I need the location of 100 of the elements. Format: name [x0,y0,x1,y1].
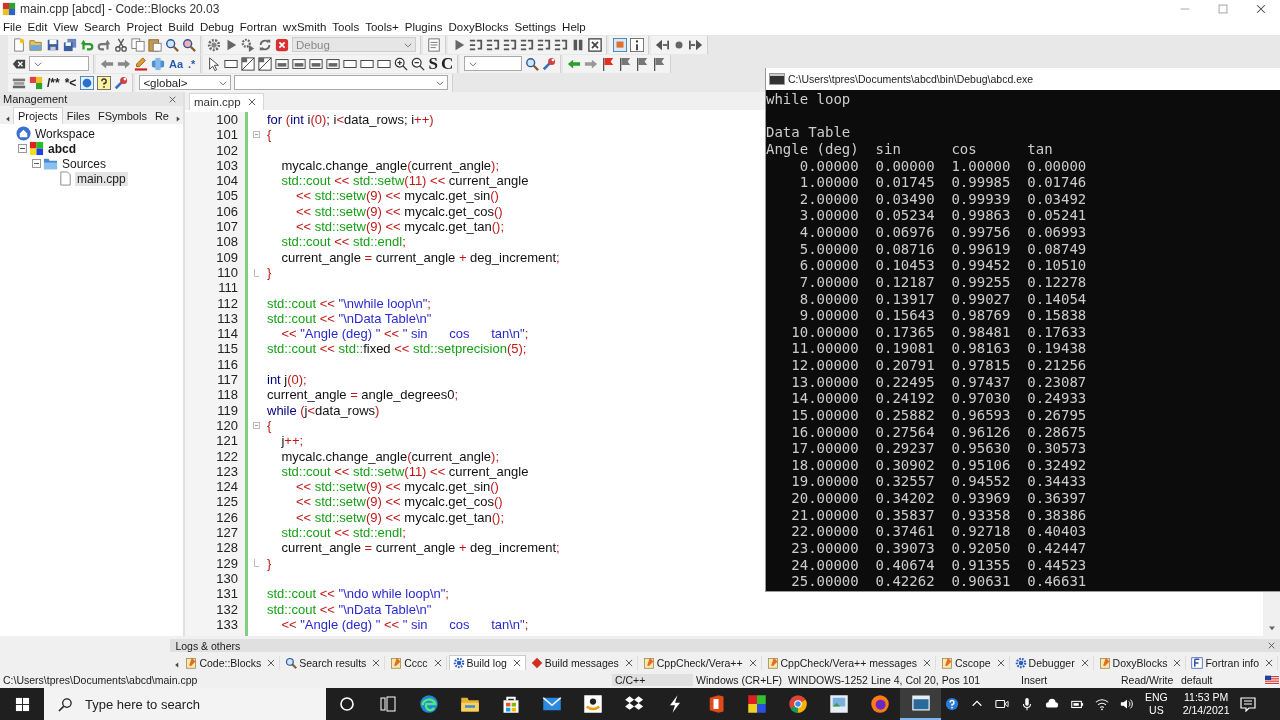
circle-icon[interactable] [338,696,355,712]
wifi-icon[interactable] [1095,697,1109,711]
close-icon[interactable] [1267,641,1276,650]
forward-arrow-icon[interactable] [689,37,703,52]
close-icon[interactable] [1255,3,1267,15]
log-tab[interactable]: CppCheck/Vera++ [639,656,762,670]
blocks-icon[interactable] [29,75,43,90]
log-tab[interactable]: Build log [448,655,526,670]
collapse-icon[interactable] [18,144,27,153]
tree-item[interactable]: abcd [46,141,78,156]
tree-item[interactable]: Workspace [33,126,97,141]
globe-icon[interactable] [80,75,95,90]
layout-icon[interactable] [326,56,341,71]
menu-item[interactable]: DoxyBlocks [445,20,512,33]
component-icon[interactable] [151,56,165,71]
task-view-icon[interactable] [379,696,396,712]
undo-icon[interactable] [80,37,94,52]
clock-time[interactable]: 11:53 PM [1184,691,1229,704]
abort-icon[interactable] [588,37,602,52]
layout-icon[interactable] [292,56,307,71]
step-icon[interactable] [554,37,568,52]
save-icon[interactable] [46,37,60,52]
close-icon[interactable] [371,658,382,668]
help-icon[interactable] [945,697,959,711]
match-case-button[interactable]: Aa [168,57,185,70]
split-box-icon[interactable] [258,56,273,71]
menu-item[interactable]: Help [559,20,589,33]
menu-item[interactable]: File [0,20,25,33]
search-icon[interactable] [165,37,179,52]
letter-s-button[interactable]: S [428,55,438,72]
wrench-icon[interactable] [114,75,129,90]
step-icon[interactable] [486,37,500,52]
menu-item[interactable]: Project [123,20,166,33]
redo-icon[interactable] [97,37,111,52]
log-tab[interactable]: Code::Blocks [182,656,281,670]
log-tab[interactable]: Search results [282,656,386,670]
stop-icon[interactable] [275,37,289,52]
log-tab[interactable]: Debugger [1011,656,1094,670]
wrench-icon[interactable] [542,56,557,71]
notification-icon[interactable] [1240,696,1257,712]
zoom-in-icon[interactable] [394,56,409,71]
close-icon[interactable] [623,658,634,668]
log-tab[interactable]: Build messages [527,656,638,670]
windows-logo-icon[interactable] [14,696,30,712]
search-replace-icon[interactable] [182,37,196,52]
cloud-icon[interactable] [1045,697,1059,711]
layout-icon[interactable] [275,56,290,71]
tree-item[interactable]: Sources [60,156,109,171]
language-indicator[interactable]: ENG [1145,691,1168,704]
zoom-out-icon[interactable] [411,56,426,71]
step-icon[interactable] [469,37,483,52]
layout-icon[interactable] [309,56,324,71]
search-icon[interactable] [525,56,540,71]
collapse-icon[interactable] [32,159,41,168]
pause-icon[interactable] [571,37,585,52]
search-input[interactable]: Type here to search [83,695,307,713]
close-icon[interactable] [511,658,522,668]
menu-item[interactable]: wxSmith [279,20,330,33]
menu-item[interactable]: Build [165,20,197,33]
log-tab[interactable]: CppCheck/Vera++ messages [763,656,936,670]
panel-tab[interactable]: Projects [13,107,63,124]
gear-play-icon[interactable] [241,37,255,52]
info-icon[interactable] [630,37,644,52]
microphone-icon[interactable] [1020,697,1034,711]
close-icon[interactable] [168,94,177,104]
menu-item[interactable]: View [50,20,82,33]
inline-comment-button[interactable]: *< [63,75,78,90]
taskbar-button[interactable] [900,688,941,720]
menu-item[interactable]: Settings [511,20,560,33]
menu-item[interactable]: Fortran [236,20,280,33]
close-icon[interactable] [922,658,932,668]
log-tab[interactable]: Cccc [387,656,447,670]
panel-tab[interactable]: Re [150,108,173,124]
log-tab[interactable]: Cscope [938,656,1010,670]
region-indicator[interactable]: US [1149,704,1164,717]
flag-icon[interactable] [601,56,616,71]
menu-item[interactable]: Debug [196,20,237,33]
step-icon[interactable] [520,37,534,52]
help-icon[interactable] [97,75,112,90]
split-box-icon[interactable] [241,56,256,71]
menu-item[interactable]: Search [81,20,124,33]
close-icon[interactable] [1079,658,1090,668]
refresh-icon[interactable] [258,37,272,52]
close-icon[interactable] [432,658,443,668]
flag-icon[interactable] [635,56,650,71]
flag-icon[interactable] [618,56,633,71]
gear-icon[interactable] [207,37,221,52]
close-icon[interactable] [266,658,277,668]
clipboard-icon[interactable] [148,37,162,52]
close-icon[interactable] [995,658,1006,668]
menu-item[interactable]: Plugins [401,20,446,33]
tree-item[interactable]: main.cpp [75,171,128,186]
search-field[interactable]: Type here to search [44,688,326,720]
letter-c-button[interactable]: C [440,55,454,72]
speaker-icon[interactable] [1120,697,1134,711]
highlighter-icon[interactable] [134,56,148,71]
clock-date[interactable]: 2/14/2021 [1182,704,1230,717]
doc-comment-button[interactable]: /** [46,75,61,90]
menu-item[interactable]: Edit [24,20,51,33]
regex-button[interactable]: .* [187,57,197,70]
